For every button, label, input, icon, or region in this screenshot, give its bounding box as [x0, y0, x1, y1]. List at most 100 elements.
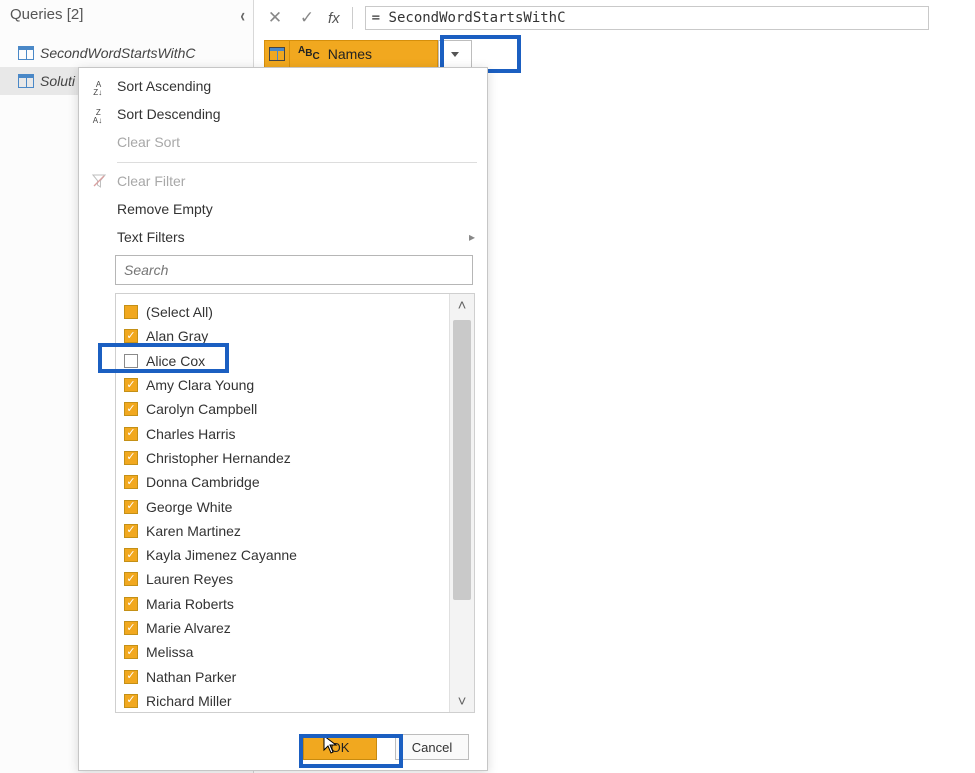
checkbox-checked-icon[interactable]: ✓: [124, 329, 138, 343]
filter-value-item[interactable]: ✓ Alan Gray: [124, 324, 446, 348]
value-label: Karen Martinez: [146, 523, 241, 539]
checkbox-checked-icon[interactable]: ✓: [124, 597, 138, 611]
checkbox-checked-icon[interactable]: ✓: [124, 524, 138, 538]
menu-label: Sort Ascending: [117, 78, 475, 94]
clear-filter: Clear Filter: [79, 167, 487, 195]
checkbox-checked-icon[interactable]: ✓: [124, 427, 138, 441]
ok-button[interactable]: OK: [303, 734, 377, 760]
checkbox-checked-icon[interactable]: ✓: [124, 572, 138, 586]
value-label: Amy Clara Young: [146, 377, 254, 393]
query-label: Soluti: [40, 73, 75, 89]
value-label: Alice Cox: [146, 353, 205, 369]
value-label: Lauren Reyes: [146, 571, 233, 587]
checkbox-checked-icon[interactable]: ✓: [124, 694, 138, 708]
filter-dropdown-panel: Sort Ascending Sort Descending Clear Sor…: [78, 67, 488, 771]
collapse-sidebar-icon[interactable]: ‹: [240, 3, 245, 25]
filter-value-item[interactable]: ✓ Charles Harris: [124, 421, 446, 445]
column-headers: ABC Names: [264, 40, 472, 68]
table-icon: [18, 74, 34, 88]
filter-value-item[interactable]: ✓ Christopher Hernandez: [124, 446, 446, 470]
filter-value-item[interactable]: ✓ Nathan Parker: [124, 664, 446, 688]
sidebar-header: Queries [2] ‹: [0, 0, 253, 29]
filter-value-item[interactable]: ✓ Marie Alvarez: [124, 616, 446, 640]
table-icon: [269, 47, 285, 61]
value-label: (Select All): [146, 304, 213, 320]
value-label: Alan Gray: [146, 328, 208, 344]
filter-value-item[interactable]: ✓ Melissa: [124, 640, 446, 664]
filter-value-select-all[interactable]: (Select All): [124, 300, 446, 324]
checkbox-checked-icon[interactable]: ✓: [124, 621, 138, 635]
divider: [117, 162, 477, 163]
menu-label: Text Filters: [117, 229, 461, 245]
scroll-thumb[interactable]: [453, 320, 471, 600]
scrollbar[interactable]: ˄ ˅: [449, 294, 474, 712]
text-type-icon: ABC: [298, 49, 320, 59]
value-label: Maria Roberts: [146, 596, 234, 612]
checkbox-checked-icon[interactable]: ✓: [124, 475, 138, 489]
table-corner-button[interactable]: [264, 40, 290, 68]
value-label: Nathan Parker: [146, 669, 236, 685]
cancel-button[interactable]: Cancel: [395, 734, 469, 760]
filter-value-item[interactable]: ✓ Donna Cambridge: [124, 470, 446, 494]
scroll-down-icon[interactable]: ˅: [450, 690, 474, 712]
query-item-secondword[interactable]: SecondWordStartsWithC: [0, 39, 253, 67]
commit-formula-icon[interactable]: ✓: [296, 7, 318, 29]
checkbox-indeterminate-icon[interactable]: [124, 305, 138, 319]
menu-label: Clear Filter: [117, 173, 475, 189]
formula-input[interactable]: [365, 6, 929, 30]
checkbox-unchecked-icon[interactable]: [124, 354, 138, 368]
remove-empty[interactable]: Remove Empty: [79, 195, 487, 223]
column-filter-dropdown-button[interactable]: [438, 40, 472, 68]
filter-value-item[interactable]: ✓ Amy Clara Young: [124, 373, 446, 397]
checkbox-checked-icon[interactable]: ✓: [124, 670, 138, 684]
value-label: Carolyn Campbell: [146, 401, 257, 417]
sort-asc-icon: [89, 79, 109, 94]
menu-label: Sort Descending: [117, 106, 475, 122]
filter-value-item[interactable]: Alice Cox: [124, 349, 446, 373]
fx-icon: fx: [328, 10, 340, 27]
value-label: George White: [146, 499, 232, 515]
filter-value-item[interactable]: ✓ Karen Martinez: [124, 519, 446, 543]
chevron-down-icon: [451, 52, 459, 57]
text-filters[interactable]: Text Filters ▸: [79, 223, 487, 251]
sort-descending[interactable]: Sort Descending: [79, 100, 487, 128]
checkbox-checked-icon[interactable]: ✓: [124, 378, 138, 392]
column-header-names[interactable]: ABC Names: [290, 40, 438, 68]
filter-search-input[interactable]: [115, 255, 473, 285]
menu-label: Remove Empty: [117, 201, 475, 217]
checkbox-checked-icon[interactable]: ✓: [124, 402, 138, 416]
value-label: Kayla Jimenez Cayanne: [146, 547, 297, 563]
value-label: Richard Miller: [146, 693, 232, 709]
value-label: Christopher Hernandez: [146, 450, 291, 466]
checkbox-checked-icon[interactable]: ✓: [124, 645, 138, 659]
checkbox-checked-icon[interactable]: ✓: [124, 500, 138, 514]
table-icon: [18, 46, 34, 60]
value-label: Donna Cambridge: [146, 474, 260, 490]
clear-sort: Clear Sort: [79, 128, 487, 156]
value-label: Charles Harris: [146, 426, 235, 442]
filter-value-item[interactable]: ✓ Carolyn Campbell: [124, 397, 446, 421]
filter-value-item[interactable]: ✓ George White: [124, 494, 446, 518]
column-name: Names: [328, 46, 372, 62]
clear-filter-icon: [89, 174, 109, 188]
value-label: Melissa: [146, 644, 193, 660]
checkbox-checked-icon[interactable]: ✓: [124, 451, 138, 465]
chevron-right-icon: ▸: [469, 230, 475, 244]
divider: [352, 7, 353, 29]
menu-label: Clear Sort: [117, 134, 475, 150]
sort-ascending[interactable]: Sort Ascending: [79, 72, 487, 100]
value-label: Marie Alvarez: [146, 620, 231, 636]
queries-title: Queries [2]: [10, 6, 83, 23]
filter-values-listbox: (Select All) ✓ Alan Gray Alice Cox ✓ Amy Clar…: [115, 293, 475, 713]
button-label: Cancel: [412, 740, 452, 755]
filter-value-item[interactable]: ✓ Richard Miller: [124, 689, 446, 712]
query-label: SecondWordStartsWithC: [40, 45, 195, 61]
filter-value-item[interactable]: ✓ Kayla Jimenez Cayanne: [124, 543, 446, 567]
scroll-up-icon[interactable]: ˄: [450, 294, 474, 316]
checkbox-checked-icon[interactable]: ✓: [124, 548, 138, 562]
filter-value-item[interactable]: ✓ Maria Roberts: [124, 592, 446, 616]
sort-desc-icon: [89, 107, 109, 122]
filter-value-item[interactable]: ✓ Lauren Reyes: [124, 567, 446, 591]
formula-bar: ✕ ✓ fx: [264, 6, 929, 30]
cancel-formula-icon[interactable]: ✕: [264, 7, 286, 29]
